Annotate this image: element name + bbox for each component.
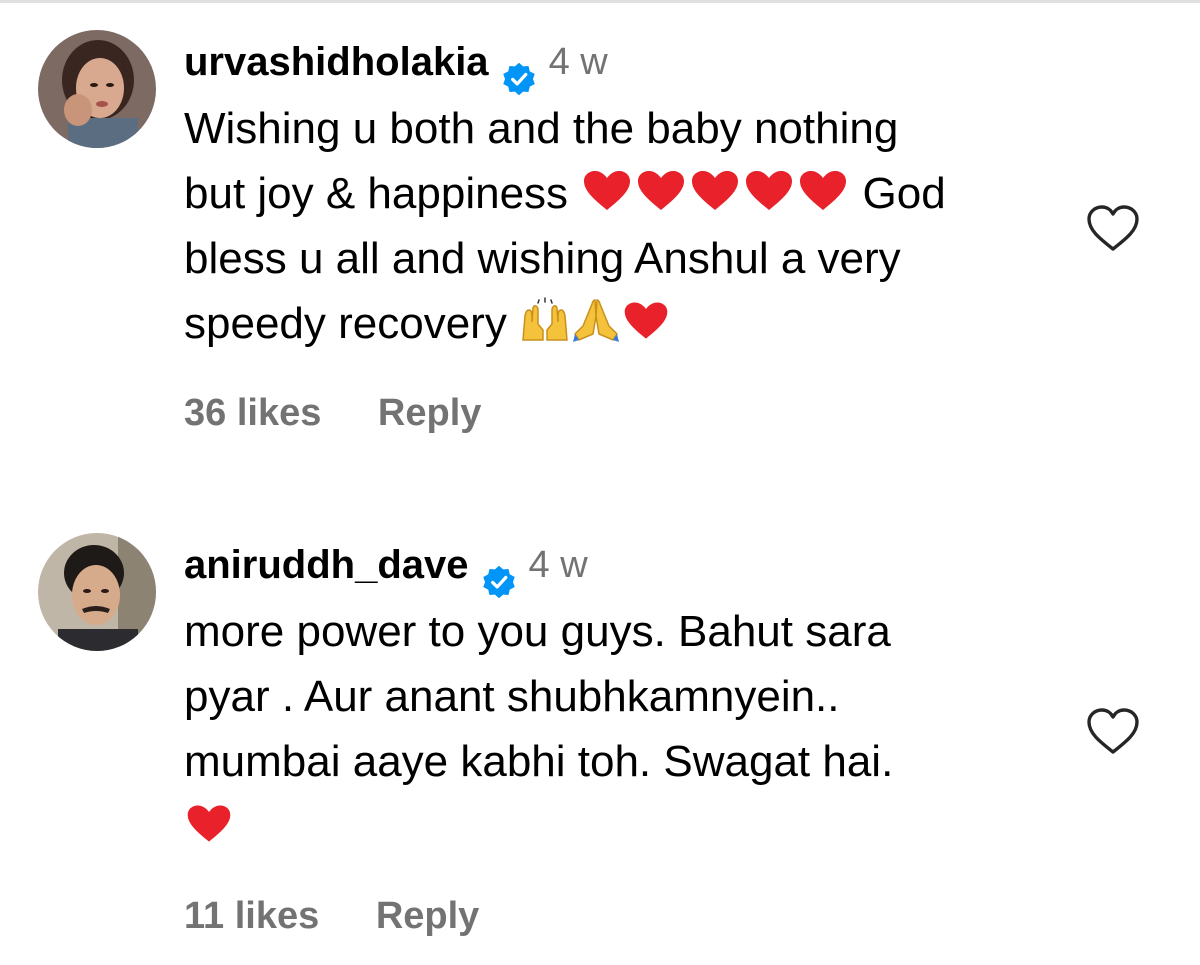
verified-badge-icon xyxy=(501,44,537,96)
comment-text: more power to you guys. Bahut sara pyar … xyxy=(184,599,1064,859)
avatar[interactable] xyxy=(38,533,156,651)
comment-line: speedy recovery xyxy=(184,291,1064,356)
red-heart-emoji xyxy=(187,805,231,842)
heart-outline-icon xyxy=(1087,205,1139,251)
red-heart-emoji xyxy=(624,302,668,339)
top-divider xyxy=(0,0,1200,6)
folded-hands-emoji xyxy=(573,299,620,342)
comment-line: mumbai aaye kabhi toh. Swagat hai. xyxy=(184,737,894,786)
comment-header: urvashidholakia 4 w xyxy=(184,22,1064,102)
red-heart-emoji xyxy=(584,171,847,210)
comment-line-prefix: but joy & happiness xyxy=(184,169,569,218)
heart-outline-icon xyxy=(1087,708,1139,754)
likes-count[interactable]: 11 likes xyxy=(184,895,319,937)
likes-count[interactable]: 36 likes xyxy=(184,392,321,434)
raising-hands-emoji xyxy=(522,297,568,341)
comment-text: Wishing u both and the baby nothing but … xyxy=(184,96,1064,356)
comment-actions: 11 likes Reply xyxy=(184,895,479,938)
comment-header: aniruddh_dave 4 w xyxy=(184,525,1064,605)
comment-time: 4 w xyxy=(548,41,608,83)
username[interactable]: urvashidholakia xyxy=(184,22,489,102)
comment-line: but joy & happiness God xyxy=(184,161,1064,226)
like-button[interactable] xyxy=(1085,707,1141,757)
comment-line xyxy=(184,794,1064,859)
reply-button[interactable]: Reply xyxy=(376,895,479,937)
red-heart-emoji-group xyxy=(580,168,850,214)
comment-line-suffix: God xyxy=(862,169,946,218)
comment-item: aniruddh_dave 4 w more power to you guys… xyxy=(0,525,1200,965)
comment-line: more power to you guys. Bahut sara xyxy=(184,607,891,656)
comment-time: 4 w xyxy=(528,544,588,586)
comment-line-prefix: speedy recovery xyxy=(184,299,507,348)
avatar[interactable] xyxy=(38,30,156,148)
comment-line: pyar . Aur anant shubhkamnyein.. xyxy=(184,672,840,721)
comment-line: Wishing u both and the baby nothing xyxy=(184,104,899,153)
like-button[interactable] xyxy=(1085,204,1141,254)
comment-item: urvashidholakia 4 w Wishing u both and t… xyxy=(0,22,1200,492)
comment-line: bless u all and wishing Anshul a very xyxy=(184,234,901,283)
username[interactable]: aniruddh_dave xyxy=(184,525,469,605)
verified-badge-icon xyxy=(481,547,517,599)
reply-button[interactable]: Reply xyxy=(378,392,481,434)
comment-actions: 36 likes Reply xyxy=(184,392,481,435)
